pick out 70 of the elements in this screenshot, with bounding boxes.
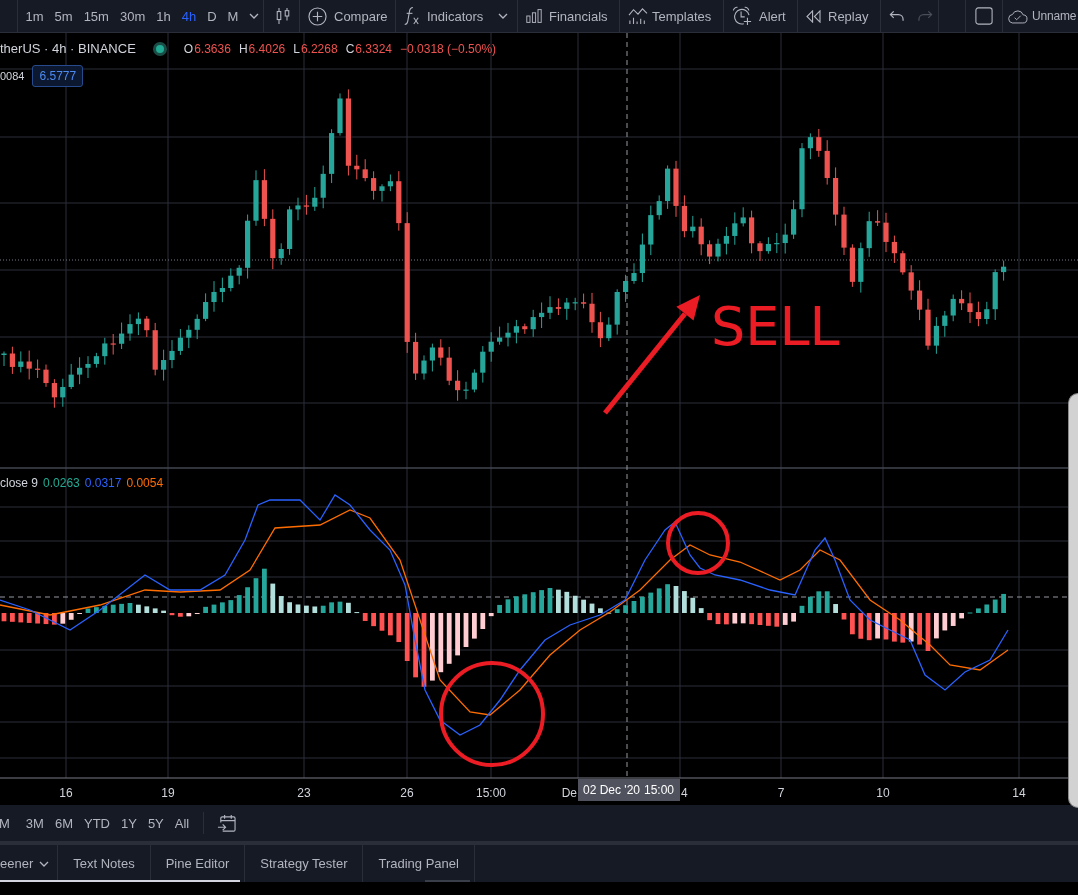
- crosshair-time: 15:00: [643, 783, 674, 797]
- ohlc-label: C: [345, 41, 355, 56]
- indicator-value: 0.0317: [84, 476, 122, 490]
- time-range-button[interactable]: All: [169, 811, 195, 835]
- function-icon: [404, 6, 420, 26]
- undo-icon: [889, 10, 904, 22]
- annotation-text: SELL: [711, 295, 840, 358]
- axis-label: De: [561, 786, 577, 800]
- indicator-value: 0.0263: [43, 476, 80, 490]
- axis-label: 23: [297, 786, 311, 800]
- time-range-button[interactable]: M: [0, 811, 16, 835]
- ohlc-label: L: [293, 41, 300, 56]
- interval-button[interactable]: 4h: [176, 4, 202, 28]
- ohlc-label: O: [183, 41, 194, 56]
- price-badge: 6.5777: [32, 65, 84, 87]
- axis-label: 4: [681, 786, 688, 800]
- status-dot-icon: [152, 41, 167, 56]
- alarm-clock-icon: [732, 6, 752, 26]
- interval-button[interactable]: D: [201, 4, 223, 28]
- time-range-button[interactable]: YTD: [78, 811, 116, 835]
- indicator-value: 0084: [0, 70, 25, 82]
- interval-button[interactable]: 5m: [49, 4, 79, 28]
- candlestick-icon: [275, 6, 291, 26]
- price-change: −0.0318 (−0.50%): [400, 41, 497, 56]
- toolbar-button[interactable]: Templates: [620, 3, 718, 29]
- axis-label: 14: [1012, 786, 1026, 800]
- toolbar-button[interactable]: Alert: [724, 2, 792, 30]
- toolbar-button[interactable]: Replay: [798, 4, 875, 28]
- axis-label: 10: [876, 786, 890, 800]
- circle-annotation: [666, 511, 730, 575]
- time-range-button[interactable]: 6M: [49, 811, 79, 835]
- crosshair-date: 02 Dec '20: [583, 783, 640, 797]
- scrollbar-thumb[interactable]: [0, 880, 240, 882]
- interval-button[interactable]: 15m: [78, 4, 115, 28]
- ohlc-value: 6.2268: [300, 41, 338, 56]
- ohlc-value: 6.3324: [355, 41, 392, 56]
- interval-button[interactable]: 1m: [20, 4, 50, 28]
- toolbar-button[interactable]: Indicators: [396, 2, 490, 30]
- toolbar-button[interactable]: Financials: [518, 4, 614, 28]
- indicator-params: close 9: [0, 476, 39, 490]
- chevron-down-icon: [498, 13, 509, 19]
- redo-icon: [918, 10, 933, 22]
- axis-label: 26: [400, 786, 414, 800]
- layout-button[interactable]: Unname: [1003, 4, 1077, 28]
- bar-chart-icon: [526, 8, 542, 24]
- square-icon: [975, 7, 993, 25]
- ohlc-value: 6.3636: [194, 41, 231, 56]
- toolbar-button[interactable]: Compare: [300, 2, 394, 30]
- ohlc-value: 6.4026: [248, 41, 286, 56]
- time-range-button[interactable]: 1Y: [115, 811, 143, 835]
- time-range-button[interactable]: 5Y: [142, 811, 170, 835]
- interval-button[interactable]: M: [222, 4, 244, 28]
- ohlc-label: H: [238, 41, 248, 56]
- edge-panel-handle[interactable]: [1068, 393, 1078, 808]
- rewind-icon: [806, 9, 821, 23]
- axis-label: 15:00: [476, 786, 506, 800]
- axis-label: 19: [161, 786, 175, 800]
- axis-label: 16: [59, 786, 73, 800]
- line-chart-icon: [628, 7, 648, 25]
- time-range-button[interactable]: 3M: [20, 811, 50, 835]
- chevron-down-icon: [249, 13, 260, 19]
- axis-label: 7: [777, 786, 785, 800]
- cloud-check-icon: [1007, 8, 1028, 24]
- interval-button[interactable]: 1h: [150, 4, 177, 28]
- plus-circle-icon: [308, 6, 327, 26]
- calendar-arrow-icon: [217, 813, 237, 833]
- indicator-value: 0.0054: [126, 476, 164, 490]
- scrollbar-marker: [425, 880, 470, 882]
- interval-button[interactable]: 30m: [114, 4, 151, 28]
- symbol-title: therUS · 4h · BINANCE: [0, 41, 136, 56]
